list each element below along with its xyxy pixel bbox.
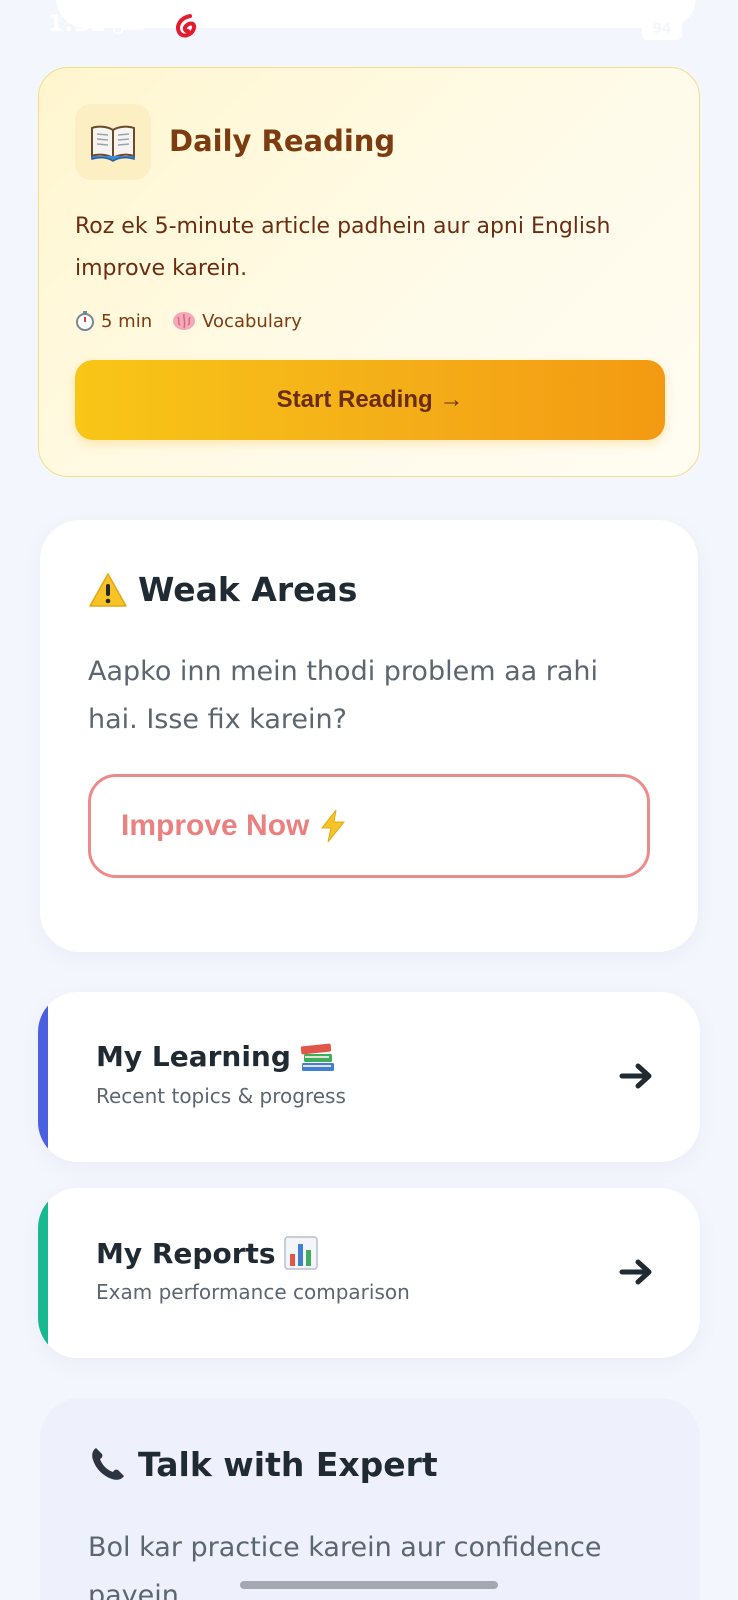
improve-now-label: Improve Now (121, 809, 310, 842)
home-indicator[interactable] (240, 1581, 498, 1589)
open-book-icon (75, 104, 151, 180)
weak-areas-description: Aapko inn mein thodi problem aa rahi hai… (88, 656, 599, 735)
status-carrier: ﺑﻠﺲ (112, 14, 146, 35)
my-learning-accent-bar (38, 992, 48, 1162)
books-icon (300, 1043, 334, 1071)
warning-icon (89, 572, 127, 607)
app-screen: 1:32 ﺑﻠﺲ 94 Daily Reading Roz ek 5-minut… (0, 0, 738, 1600)
meta-duration-label: 5 min (101, 310, 153, 332)
status-time: 1:32 (48, 12, 107, 37)
meta-topic: Vocabulary (172, 311, 302, 332)
my-reports-subtitle: Exam performance comparison (96, 1280, 410, 1304)
meta-duration: 5 min (75, 310, 152, 332)
my-learning-header: My Learning (96, 1040, 337, 1073)
daily-reading-title: Daily Reading (169, 124, 396, 158)
my-learning-subtitle: Recent topics & progress (96, 1084, 346, 1108)
expert-header: Talk with Expert (88, 1444, 438, 1484)
daily-reading-description: Roz ek 5-minute article padhein aur apni… (75, 214, 611, 281)
weak-areas-header: Weak Areas (88, 570, 357, 609)
arrow-right-icon (619, 1259, 652, 1285)
stopwatch-icon (76, 311, 94, 331)
weak-areas-title: Weak Areas (138, 570, 358, 609)
weak-areas-card: Weak Areas Aapko inn mein thodi problem … (40, 520, 698, 952)
my-learning-card[interactable]: My Learning Recent topics & progress (38, 992, 700, 1162)
expert-title: Talk with Expert (138, 1444, 438, 1484)
status-bar: 1:32 ﺑﻠﺲ 94 (0, 0, 738, 44)
daily-reading-meta: 5 min Vocabulary (75, 310, 322, 332)
my-reports-header: My Reports (96, 1236, 318, 1270)
talk-with-expert-card[interactable]: Talk with Expert Bol kar practice karein… (40, 1398, 700, 1600)
my-reports-title: My Reports (96, 1236, 276, 1270)
carrier-logo-icon (176, 14, 197, 38)
brain-icon (173, 312, 196, 330)
phone-icon (92, 1448, 124, 1480)
my-learning-title: My Learning (96, 1040, 291, 1073)
bar-chart-icon (283, 1236, 318, 1270)
meta-topic-label: Vocabulary (202, 310, 302, 332)
arrow-right-icon (619, 1063, 652, 1089)
start-reading-button[interactable]: Start Reading → (75, 360, 665, 440)
lightning-icon (321, 809, 346, 843)
my-reports-card[interactable]: My Reports Exam performance comparison (38, 1188, 700, 1358)
improve-now-button[interactable]: Improve Now (88, 774, 650, 878)
daily-reading-card: Daily Reading Roz ek 5-minute article pa… (38, 67, 700, 477)
my-reports-accent-bar (38, 1188, 48, 1358)
battery-indicator: 94 (642, 18, 682, 40)
